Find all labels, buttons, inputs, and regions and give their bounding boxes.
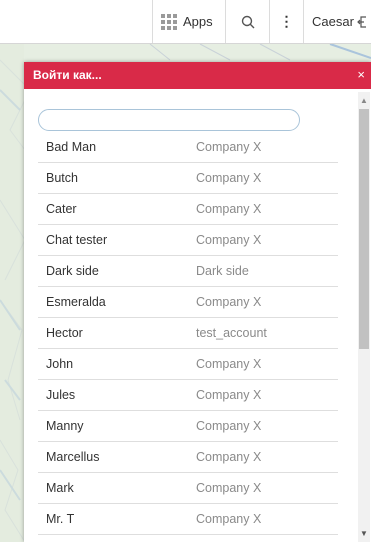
user-name: Caesar — [312, 14, 354, 29]
user-name-cell: Manny — [46, 419, 84, 433]
user-name-cell: Chat tester — [46, 233, 108, 247]
user-name-cell: Bad Man — [46, 140, 97, 154]
close-icon[interactable]: × — [357, 67, 365, 82]
user-company-cell: Company X — [196, 419, 262, 433]
apps-grid-icon — [161, 13, 177, 30]
user-name-cell: Mr. T — [46, 512, 75, 526]
apps-button[interactable]: Apps — [152, 0, 225, 43]
search-icon — [241, 15, 254, 28]
user-list: Bad Man Company X Butch Company X Cater Compa… — [38, 132, 338, 535]
user-company-cell: Company X — [196, 171, 262, 185]
user-name-cell: Jules — [46, 388, 76, 402]
user-company-cell: Company X — [196, 481, 262, 495]
user-menu[interactable]: Caesar — [303, 0, 371, 43]
user-row[interactable]: Hector test_account — [38, 318, 338, 349]
user-row[interactable]: Esmeralda Company X — [38, 287, 338, 318]
user-company-cell: Company X — [196, 233, 262, 247]
user-row[interactable]: John Company X — [38, 349, 338, 380]
user-row[interactable]: Mark Company X — [38, 473, 338, 504]
more-vertical-icon: ⋮ — [279, 13, 294, 29]
user-company-cell: test_account — [196, 326, 267, 340]
user-name-cell: Mark — [46, 481, 74, 495]
user-name-cell: Cater — [46, 202, 77, 216]
user-row[interactable]: Manny Company X — [38, 411, 338, 442]
user-company-cell: Company X — [196, 357, 262, 371]
user-row[interactable]: Dark side Dark side — [38, 256, 338, 287]
user-row[interactable]: Jules Company X — [38, 380, 338, 411]
login-as-dialog: Войти как... × Bad Man Company X Butch Comp… — [24, 62, 371, 542]
user-company-cell: Dark side — [196, 264, 249, 278]
scroll-thumb[interactable] — [359, 109, 369, 349]
logout-icon — [357, 15, 366, 28]
user-name-cell: Marcellus — [46, 450, 100, 464]
more-menu-button[interactable]: ⋮ — [269, 0, 303, 43]
user-name-cell: Dark side — [46, 264, 99, 278]
user-row[interactable]: Butch Company X — [38, 163, 338, 194]
user-name-cell: Hector — [46, 326, 83, 340]
scroll-up-icon[interactable]: ▲ — [360, 96, 368, 105]
user-row[interactable]: Cater Company X — [38, 194, 338, 225]
top-bar: Apps ⋮ Caesar — [0, 0, 371, 44]
search-button[interactable] — [225, 0, 269, 43]
dialog-header: Войти как... × — [24, 62, 371, 89]
user-company-cell: Company X — [196, 450, 262, 464]
user-row[interactable]: Marcellus Company X — [38, 442, 338, 473]
dialog-title: Войти как... — [33, 68, 102, 82]
scroll-down-icon[interactable]: ▼ — [360, 529, 368, 538]
scrollbar[interactable]: ▲ ▼ — [358, 92, 370, 542]
user-company-cell: Company X — [196, 140, 262, 154]
apps-label: Apps — [183, 14, 213, 29]
user-search-input[interactable] — [38, 109, 300, 131]
user-name-cell: John — [46, 357, 74, 371]
user-company-cell: Company X — [196, 202, 262, 216]
user-name-cell: Butch — [46, 171, 78, 185]
user-company-cell: Company X — [196, 295, 262, 309]
user-company-cell: Company X — [196, 512, 262, 526]
user-company-cell: Company X — [196, 388, 262, 402]
user-name-cell: Esmeralda — [46, 295, 106, 309]
user-row[interactable]: Bad Man Company X — [38, 132, 338, 163]
user-row[interactable]: Mr. T Company X — [38, 504, 338, 535]
user-row[interactable]: Chat tester Company X — [38, 225, 338, 256]
